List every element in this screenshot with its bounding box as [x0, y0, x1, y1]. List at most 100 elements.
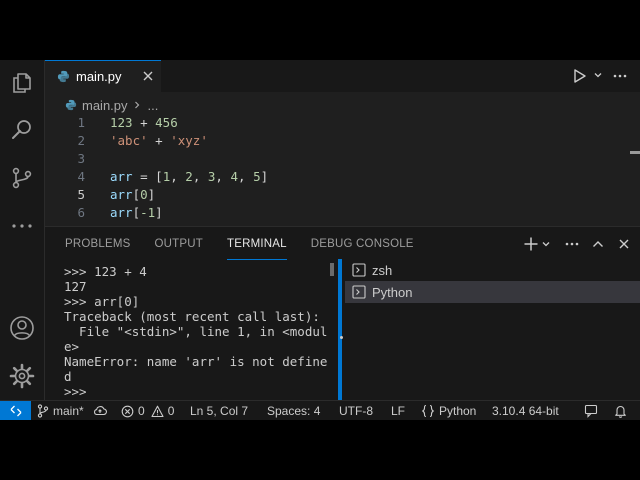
terminal-line: d [64, 369, 72, 384]
error-count: 0 [138, 404, 145, 418]
source-control-button[interactable] [0, 158, 44, 198]
chevron-down-icon[interactable] [541, 239, 551, 249]
status-bar: main* 0 0 Ln 5, Col 7 Spaces: 4 UTF-8 LF… [0, 400, 640, 420]
close-icon[interactable] [141, 69, 155, 83]
terminal-split-sash[interactable] [338, 259, 342, 400]
breadcrumb-more[interactable]: ... [148, 98, 159, 113]
plus-icon[interactable] [523, 236, 539, 252]
line-number: 6 [77, 205, 85, 220]
status-notifications[interactable] [614, 401, 627, 420]
code-line[interactable]: 2 'abc' + 'xyz' [45, 132, 640, 150]
code-token: ] [260, 169, 269, 184]
line-number: 5 [77, 187, 85, 202]
braces-icon [421, 404, 435, 418]
status-sync[interactable] [93, 401, 107, 420]
more-icon[interactable] [613, 74, 627, 78]
manage-button[interactable] [0, 356, 44, 396]
status-cursor-position[interactable]: Ln 5, Col 7 [190, 401, 248, 420]
terminal-line: >>> 123 + 4 [64, 264, 147, 279]
code-token: arr [110, 187, 133, 202]
breadcrumb-file[interactable]: main.py [82, 98, 128, 113]
terminal-item-zsh[interactable]: zsh [345, 259, 640, 281]
remote-icon [10, 405, 21, 417]
chevron-right-icon [134, 101, 139, 109]
terminal-output[interactable]: >>> 123 + 4 127 >>> arr[0] Traceback (most … [64, 264, 328, 399]
line-number: 4 [77, 169, 85, 184]
code-token: 5 [253, 169, 261, 184]
code-line[interactable]: 4 arr = [1, 2, 3, 4, 5] [45, 168, 640, 186]
sash-handle [340, 336, 343, 339]
code-token: 0 [140, 187, 148, 202]
accounts-button[interactable] [0, 308, 44, 348]
warning-icon [151, 405, 164, 417]
tab-terminal[interactable]: TERMINAL [227, 235, 287, 260]
code-line[interactable]: 1 123 + 456 [45, 114, 640, 132]
status-language[interactable]: Python [421, 401, 476, 420]
gear-icon [9, 363, 35, 389]
status-problems[interactable]: 0 0 [121, 401, 174, 420]
vscode-window: main.py main.py ... 1 123 + 456 2'abc' + '… [0, 60, 640, 420]
code-token: 'xyz' [170, 133, 208, 148]
code-token: arr [110, 205, 133, 220]
terminal-name: Python [372, 284, 413, 300]
code-token: 456 [155, 115, 178, 130]
panel-actions [523, 236, 631, 252]
terminal-icon [352, 285, 366, 299]
terminal-line: >>> arr[0] [64, 294, 140, 309]
status-branch[interactable]: main* [37, 401, 84, 420]
activity-bar [0, 60, 45, 400]
code-token: = [ [132, 169, 163, 184]
chevron-up-icon[interactable] [591, 237, 605, 251]
editor-area: main.py main.py ... 1 123 + 456 2'abc' + '… [45, 60, 640, 226]
terminal-scrollbar[interactable] [330, 263, 334, 276]
more-icon[interactable] [565, 242, 579, 246]
code-editor[interactable]: 1 123 + 456 2'abc' + 'xyz' 3 4 arr = [1, 2, 3… [45, 114, 640, 222]
terminal-icon [352, 263, 366, 277]
code-line[interactable]: 5 arr[0] [45, 186, 640, 204]
panel-tabs: PROBLEMS OUTPUT TERMINAL DEBUG CONSOLE [65, 235, 438, 260]
code-token: + [147, 133, 171, 148]
code-token: , [192, 169, 208, 184]
status-eol[interactable]: LF [391, 401, 405, 420]
terminal-list: zsh Python [345, 259, 640, 303]
terminal-line: Traceback (most recent call last): [64, 309, 320, 324]
code-token: 4 [230, 169, 238, 184]
code-line[interactable]: 6 arr[-1] [45, 204, 640, 222]
chevron-down-icon[interactable] [593, 70, 603, 80]
status-indentation[interactable]: Spaces: 4 [267, 401, 320, 420]
tab-problems[interactable]: PROBLEMS [65, 235, 131, 259]
terminal-line: File "<stdin>", line 1, in <modul [64, 324, 328, 339]
code-token: + [132, 115, 156, 130]
status-feedback[interactable] [584, 401, 598, 420]
tab-label: main.py [76, 69, 122, 84]
code-token: ] [147, 187, 156, 202]
explorer-button[interactable] [0, 63, 44, 103]
tab-debug-console[interactable]: DEBUG CONSOLE [311, 235, 414, 259]
line-code: arr[-1] [110, 204, 163, 222]
sync-icon [94, 406, 107, 416]
terminal-item-python[interactable]: Python [345, 281, 640, 303]
line-code: 123 + 456 [110, 114, 178, 132]
tab-output[interactable]: OUTPUT [155, 235, 203, 259]
line-code: arr[0] [110, 186, 155, 204]
error-icon [121, 405, 134, 417]
search-icon [12, 120, 31, 139]
more-icon [12, 224, 32, 228]
python-file-icon [65, 99, 77, 111]
status-encoding[interactable]: UTF-8 [339, 401, 373, 420]
terminal-line: NameError: name 'arr' is not define [64, 354, 328, 369]
terminal-line: 127 [64, 279, 87, 294]
terminal-line: e> [64, 339, 80, 354]
more-views-button[interactable] [0, 206, 44, 246]
account-icon [10, 316, 34, 340]
code-line[interactable]: 3 [45, 150, 640, 168]
line-number: 1 [77, 115, 85, 130]
remote-indicator[interactable] [0, 401, 31, 420]
status-interpreter[interactable]: 3.10.4 64-bit [492, 401, 559, 420]
language-label: Python [439, 404, 477, 418]
run-icon[interactable] [573, 68, 587, 84]
close-icon[interactable] [617, 237, 631, 251]
terminal-line: >>> [64, 384, 95, 399]
search-button[interactable] [0, 110, 44, 150]
editor-tab-main-py[interactable]: main.py [45, 60, 161, 92]
